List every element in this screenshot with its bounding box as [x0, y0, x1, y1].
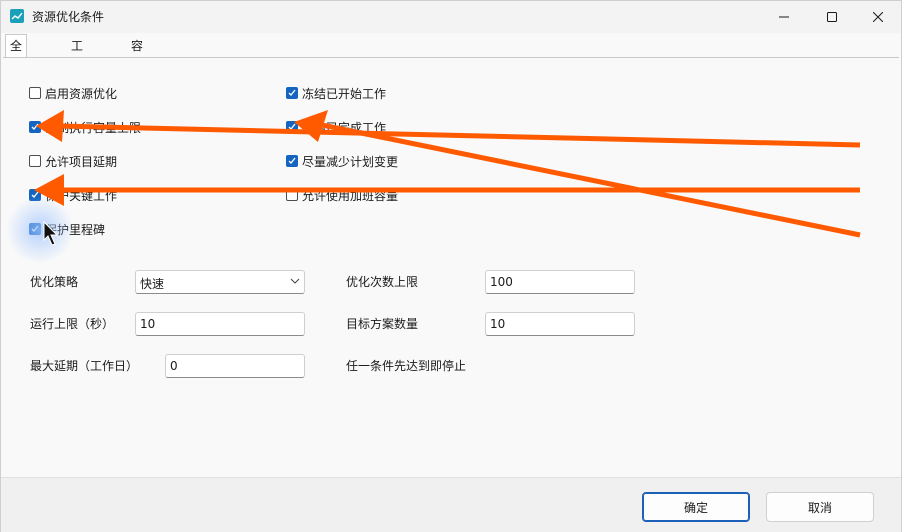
checkbox-allow-overtime-capacity[interactable]: 允许使用加班容量	[286, 187, 398, 203]
checkbox-box	[29, 155, 41, 167]
target-solutions-value: 10	[490, 317, 506, 331]
check-icon	[31, 191, 39, 198]
app-chart-icon	[10, 9, 24, 23]
checkbox-freeze-completed-work[interactable]: 冻结已完成工作	[286, 119, 386, 135]
cancel-button[interactable]: 取消	[766, 492, 874, 522]
stop-condition-note: 任一条件先达到即停止	[346, 359, 467, 373]
checkbox-label: 启用资源优化	[45, 86, 118, 101]
max-iterations-input[interactable]: 100	[485, 270, 635, 294]
checkbox-box	[29, 121, 41, 133]
tab-work-constraints[interactable]: 工作约束	[66, 34, 88, 119]
time-limit-input[interactable]: 10	[135, 312, 305, 336]
time-limit-label: 运行上限（秒）	[30, 317, 115, 331]
max-iterations-label: 优化次数上限	[346, 275, 419, 289]
checkbox-box	[29, 87, 41, 99]
close-icon	[873, 12, 883, 22]
checkbox-box	[286, 189, 298, 201]
maximize-button[interactable]	[809, 1, 855, 33]
checkbox-box	[29, 223, 41, 235]
check-icon	[288, 89, 296, 96]
dialog-footer: 确定 取消	[1, 477, 901, 532]
checkbox-label: 冻结已完成工作	[302, 120, 387, 135]
max-delay-value: 0	[170, 359, 178, 373]
checkbox-label: 尽量减少计划变更	[302, 154, 399, 169]
chevron-down-icon	[290, 278, 300, 284]
checkbox-protect-critical-work[interactable]: 保护关键工作	[29, 187, 117, 203]
target-solutions-label: 目标方案数量	[346, 317, 419, 331]
minimize-button[interactable]	[761, 1, 807, 33]
checkbox-allow-project-delay[interactable]: 允许项目延期	[29, 153, 117, 169]
checkbox-label: 冻结已开始工作	[302, 86, 387, 101]
target-solutions-input[interactable]: 10	[485, 312, 635, 336]
checkbox-box	[286, 87, 298, 99]
dialog-window: 资源优化条件 全局设置 工作约束 容量时段 启用资源优化 强制执行容量上限 允许…	[0, 0, 902, 532]
checkbox-label: 允许使用加班容量	[302, 188, 399, 203]
checkbox-enforce-capacity-limit[interactable]: 强制执行容量上限	[29, 119, 141, 135]
strategy-select[interactable]: 快速	[135, 270, 305, 294]
max-delay-label: 最大延期（工作日）	[30, 359, 139, 373]
tab-capacity-periods[interactable]: 容量时段	[126, 34, 148, 119]
checkbox-label: 强制执行容量上限	[45, 120, 142, 135]
time-limit-value: 10	[140, 317, 156, 331]
tab-global-settings[interactable]: 全局设置	[5, 34, 28, 119]
close-button[interactable]	[855, 1, 901, 33]
checkbox-freeze-started-work[interactable]: 冻结已开始工作	[286, 85, 386, 101]
checkbox-minimize-plan-changes[interactable]: 尽量减少计划变更	[286, 153, 398, 169]
checkbox-protect-milestone[interactable]: 保护里程碑	[29, 221, 105, 237]
title-bar: 资源优化条件	[1, 1, 901, 33]
checkbox-label: 保护里程碑	[45, 222, 106, 237]
max-iterations-value: 100	[490, 275, 513, 289]
window-title: 资源优化条件	[32, 10, 105, 24]
max-delay-input[interactable]: 0	[165, 354, 305, 378]
ok-button[interactable]: 确定	[642, 492, 750, 522]
checkbox-box	[286, 155, 298, 167]
maximize-icon	[827, 12, 837, 22]
checkbox-box	[286, 121, 298, 133]
checkbox-label: 保护关键工作	[45, 188, 118, 203]
checkbox-enable-resource-opt[interactable]: 启用资源优化	[29, 85, 117, 101]
check-icon	[31, 225, 39, 232]
strategy-label: 优化策略	[30, 275, 79, 289]
check-icon	[31, 123, 39, 130]
check-icon	[288, 157, 296, 164]
strategy-value: 快速	[140, 277, 165, 291]
check-icon	[288, 123, 296, 130]
minimize-icon	[779, 16, 789, 18]
checkbox-label: 允许项目延期	[45, 154, 118, 169]
checkbox-box	[29, 189, 41, 201]
